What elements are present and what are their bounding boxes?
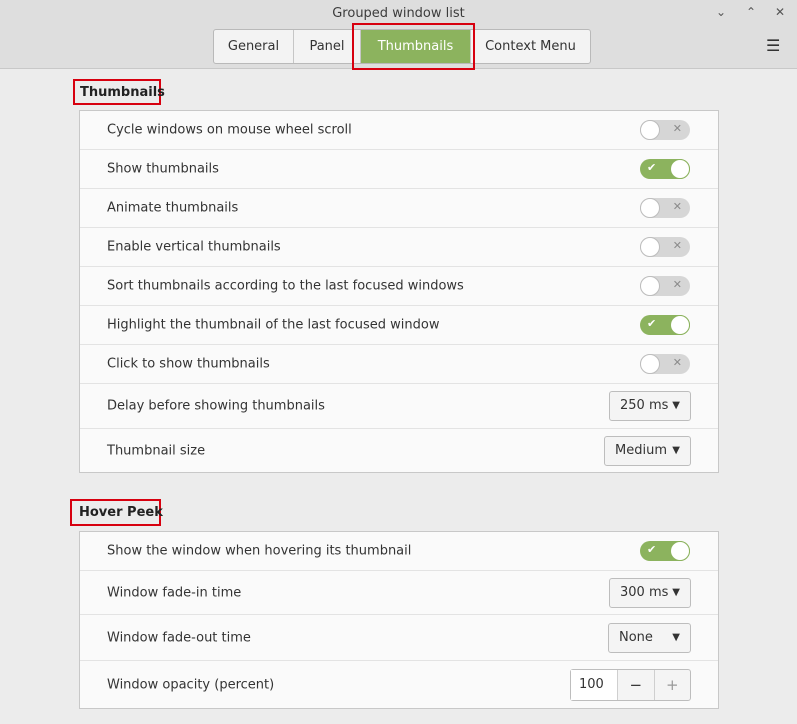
hamburger-menu-icon[interactable]: ☰ bbox=[766, 36, 780, 55]
toggle-knob bbox=[670, 159, 690, 179]
toggle-knob bbox=[670, 541, 690, 561]
opacity-input[interactable]: 100 bbox=[571, 669, 618, 700]
click-to-show-toggle[interactable]: ✕ bbox=[640, 354, 690, 374]
hover-peek-settings-panel: Show the window when hovering its thumbn… bbox=[79, 531, 719, 709]
dropdown-value: 300 ms bbox=[620, 584, 669, 600]
check-icon: ✔ bbox=[647, 543, 657, 556]
cross-icon: ✕ bbox=[672, 356, 682, 369]
setting-row-show-thumbnails: Show thumbnails ✔ bbox=[80, 150, 718, 189]
decrement-button[interactable]: − bbox=[618, 670, 654, 700]
cross-icon: ✕ bbox=[672, 278, 682, 291]
setting-row-delay: Delay before showing thumbnails 250 ms ▼ bbox=[80, 384, 718, 429]
close-icon[interactable]: ✕ bbox=[775, 5, 785, 19]
check-icon: ✔ bbox=[647, 161, 657, 174]
setting-label: Enable vertical thumbnails bbox=[107, 239, 281, 255]
highlight-thumbnail-toggle[interactable]: ✔ bbox=[640, 315, 690, 335]
cross-icon: ✕ bbox=[672, 122, 682, 135]
show-thumbnails-toggle[interactable]: ✔ bbox=[640, 159, 690, 179]
dropdown-arrow-icon: ▼ bbox=[672, 400, 680, 411]
setting-row-highlight-thumbnail: Highlight the thumbnail of the last focu… bbox=[80, 306, 718, 345]
cross-icon: ✕ bbox=[672, 200, 682, 213]
setting-row-fade-in: Window fade-in time 300 ms ▼ bbox=[80, 571, 718, 615]
toggle-knob bbox=[640, 237, 660, 257]
increment-button[interactable]: + bbox=[653, 669, 691, 700]
setting-row-cycle-windows: Cycle windows on mouse wheel scroll ✕ bbox=[80, 111, 718, 150]
setting-row-show-window-on-hover: Show the window when hovering its thumbn… bbox=[80, 532, 718, 571]
fade-out-dropdown[interactable]: None ▼ bbox=[608, 622, 691, 653]
highlight-box-thumbnails-tab bbox=[352, 23, 475, 70]
toggle-knob bbox=[640, 198, 660, 218]
dropdown-arrow-icon: ▼ bbox=[672, 586, 680, 598]
dropdown-value: 250 ms bbox=[620, 398, 669, 413]
setting-label: Thumbnail size bbox=[107, 443, 206, 459]
thumbnail-size-dropdown[interactable]: Medium ▼ bbox=[604, 436, 691, 466]
opacity-spinbutton: 100 − + bbox=[570, 668, 691, 701]
toggle-knob bbox=[640, 354, 660, 374]
setting-label: Window fade-in time bbox=[107, 585, 242, 600]
tab-context-menu[interactable]: Context Menu bbox=[471, 30, 590, 63]
setting-row-fade-out: Window fade-out time None ▼ bbox=[80, 615, 718, 661]
vertical-thumbnails-toggle[interactable]: ✕ bbox=[640, 237, 690, 257]
setting-row-opacity: Window opacity (percent) 100 − + bbox=[80, 661, 718, 708]
toggle-knob bbox=[640, 120, 660, 140]
setting-label: Show the window when hovering its thumbn… bbox=[107, 543, 412, 559]
setting-label: Window opacity (percent) bbox=[107, 677, 275, 692]
dropdown-value: None bbox=[619, 629, 653, 645]
fade-in-dropdown[interactable]: 300 ms ▼ bbox=[609, 577, 691, 608]
setting-label: Cycle windows on mouse wheel scroll bbox=[107, 122, 352, 138]
setting-label: Window fade-out time bbox=[107, 630, 251, 645]
setting-row-sort-thumbnails: Sort thumbnails according to the last fo… bbox=[80, 267, 718, 306]
show-window-on-hover-toggle[interactable]: ✔ bbox=[640, 541, 690, 561]
tab-panel[interactable]: Panel bbox=[294, 30, 361, 63]
window-title: Grouped window list bbox=[332, 6, 465, 21]
toggle-knob bbox=[640, 276, 660, 296]
dropdown-arrow-icon: ▼ bbox=[672, 445, 680, 456]
setting-label: Delay before showing thumbnails bbox=[107, 398, 325, 414]
animate-thumbnails-toggle[interactable]: ✕ bbox=[640, 198, 690, 218]
toggle-knob bbox=[670, 315, 690, 335]
sort-thumbnails-toggle[interactable]: ✕ bbox=[640, 276, 690, 296]
section-title-hover-peek: Hover Peek bbox=[79, 505, 163, 520]
setting-row-vertical-thumbnails: Enable vertical thumbnails ✕ bbox=[80, 228, 718, 267]
dropdown-value: Medium bbox=[615, 443, 667, 458]
tab-general[interactable]: General bbox=[214, 30, 294, 63]
delay-dropdown[interactable]: 250 ms ▼ bbox=[609, 391, 691, 421]
setting-label: Sort thumbnails according to the last fo… bbox=[107, 278, 464, 294]
setting-label: Show thumbnails bbox=[107, 161, 219, 177]
check-icon: ✔ bbox=[647, 317, 657, 330]
setting-label: Animate thumbnails bbox=[107, 200, 239, 216]
dropdown-arrow-icon: ▼ bbox=[672, 631, 680, 643]
setting-label: Click to show thumbnails bbox=[107, 356, 270, 372]
maximize-icon[interactable]: ⌃ bbox=[746, 5, 756, 19]
setting-row-thumbnail-size: Thumbnail size Medium ▼ bbox=[80, 429, 718, 473]
setting-row-animate-thumbnails: Animate thumbnails ✕ bbox=[80, 189, 718, 228]
setting-label: Highlight the thumbnail of the last focu… bbox=[107, 317, 440, 333]
cross-icon: ✕ bbox=[672, 239, 682, 252]
minimize-icon[interactable]: ⌄ bbox=[716, 5, 726, 19]
thumbnails-settings-panel: Cycle windows on mouse wheel scroll ✕ Sh… bbox=[79, 110, 719, 473]
setting-row-click-to-show: Click to show thumbnails ✕ bbox=[80, 345, 718, 384]
section-title-thumbnails: Thumbnails bbox=[80, 85, 165, 100]
cycle-windows-toggle[interactable]: ✕ bbox=[640, 120, 690, 140]
